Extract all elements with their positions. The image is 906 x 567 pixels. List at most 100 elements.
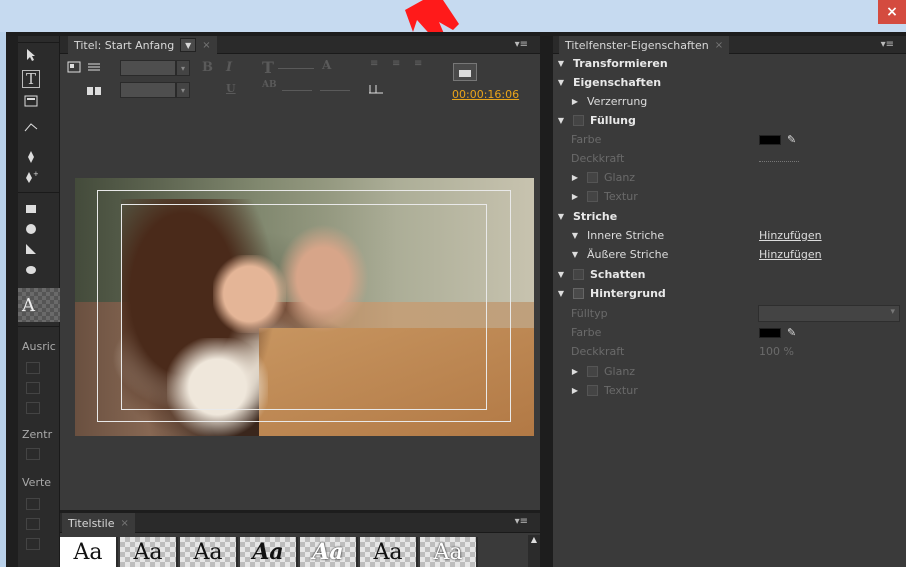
- new-title-icon[interactable]: [86, 84, 102, 98]
- tab-title[interactable]: Titel: Start Anfang ▼ ×: [68, 36, 217, 54]
- row-aeussere-striche[interactable]: ▼ Äußere Striche Hinzufügen: [553, 245, 906, 264]
- safe-area-icon[interactable]: [368, 82, 384, 96]
- fuellung-checkbox[interactable]: [573, 115, 584, 126]
- style-swatch[interactable]: Aa: [60, 537, 118, 567]
- expand-triangle-icon[interactable]: ▶: [569, 386, 581, 395]
- styles-scrollbar[interactable]: ▲: [528, 535, 540, 567]
- fill-color-value[interactable]: ✎: [759, 133, 796, 146]
- tab-stops-icon[interactable]: [86, 60, 102, 74]
- row-fuelltyp: Fülltyp: [553, 304, 906, 323]
- font-style-dropdown[interactable]: ▾: [176, 82, 190, 98]
- add-anchor-tool-icon[interactable]: +: [22, 168, 40, 186]
- style-swatch[interactable]: Aa: [300, 537, 358, 567]
- fill-opacity-value[interactable]: [759, 152, 799, 165]
- path-type-tool-icon[interactable]: [22, 118, 40, 136]
- bg-opacity-value[interactable]: 100 %: [759, 345, 794, 358]
- expand-triangle-icon[interactable]: ▶: [569, 367, 581, 376]
- leading-icon: AB: [262, 80, 277, 90]
- tab-titelstile[interactable]: Titelstile ×: [62, 513, 135, 533]
- glanz-bg-checkbox[interactable]: [587, 366, 598, 377]
- section-striche[interactable]: ▼ Striche: [553, 207, 906, 226]
- section-hintergrund[interactable]: ▼ Hintergrund: [553, 284, 906, 303]
- color-swatch[interactable]: [759, 327, 781, 338]
- glanz-checkbox[interactable]: [587, 172, 598, 183]
- eyedropper-icon[interactable]: ✎: [787, 133, 796, 146]
- expand-triangle-icon[interactable]: ▶: [569, 173, 581, 182]
- font-family-dropdown[interactable]: ▾: [176, 60, 190, 76]
- collapse-triangle-icon[interactable]: ▼: [555, 59, 567, 68]
- rectangle-tool-icon[interactable]: [22, 200, 40, 218]
- font-family-field[interactable]: [120, 60, 176, 76]
- kerning-icon: A: [322, 58, 332, 72]
- section-glanz-bg[interactable]: ▶ Glanz: [553, 362, 906, 381]
- area-type-tool-icon[interactable]: [22, 92, 40, 110]
- expand-triangle-icon[interactable]: ▶: [569, 192, 581, 201]
- row-deckkraft-fill: Deckkraft: [553, 149, 906, 168]
- align-center-icon: [26, 382, 40, 394]
- title-panel-tabbar: Titel: Start Anfang ▼ × ▾≡: [60, 36, 540, 54]
- textur-bg-checkbox[interactable]: [587, 385, 598, 396]
- add-outer-stroke-link[interactable]: Hinzufügen: [759, 248, 822, 261]
- eyedropper-icon[interactable]: ✎: [787, 326, 796, 339]
- section-schatten[interactable]: ▼ Schatten: [553, 265, 906, 284]
- style-swatch[interactable]: Aa: [240, 537, 298, 567]
- close-window-button[interactable]: ×: [878, 0, 906, 24]
- style-swatch[interactable]: Aa: [360, 537, 418, 567]
- title-dropdown-icon[interactable]: ▼: [180, 38, 197, 52]
- title-properties-panel: Titelfenster-Eigenschaften × ▾≡ ▼ Transf…: [553, 36, 906, 567]
- collapse-triangle-icon[interactable]: ▼: [555, 78, 567, 87]
- panel-menu-icon[interactable]: ▾≡: [515, 39, 528, 50]
- panel-menu-icon[interactable]: ▾≡: [515, 516, 528, 527]
- close-icon[interactable]: ×: [202, 40, 210, 51]
- fill-type-dropdown[interactable]: [758, 305, 900, 322]
- scroll-up-icon[interactable]: ▲: [528, 535, 540, 544]
- style-swatch[interactable]: Aa: [180, 537, 238, 567]
- textur-checkbox[interactable]: [587, 191, 598, 202]
- styles-tabbar: Titelstile × ▾≡: [60, 513, 540, 533]
- add-inner-stroke-link[interactable]: Hinzufügen: [759, 229, 822, 242]
- section-textur-fill[interactable]: ▶ Textur: [553, 187, 906, 206]
- section-textur-bg[interactable]: ▶ Textur: [553, 381, 906, 400]
- style-swatch[interactable]: Aa: [120, 537, 178, 567]
- color-swatch[interactable]: [759, 134, 781, 145]
- title-canvas-video-frame[interactable]: [75, 178, 534, 436]
- pen-tool-icon[interactable]: [22, 148, 40, 166]
- section-transformieren[interactable]: ▼ Transformieren: [553, 54, 906, 73]
- panel-menu-icon[interactable]: ▾≡: [881, 39, 894, 50]
- center-icon: [26, 448, 40, 460]
- align-left-icon: [26, 362, 40, 374]
- ellipse-tool-icon[interactable]: [22, 220, 40, 238]
- collapse-triangle-icon[interactable]: ▼: [555, 116, 567, 125]
- font-style-field[interactable]: [120, 82, 176, 98]
- italic-icon: I: [226, 60, 233, 75]
- props-tab-label: Titelfenster-Eigenschaften: [565, 38, 709, 52]
- expand-triangle-icon[interactable]: ▶: [569, 97, 581, 106]
- collapse-triangle-icon[interactable]: ▼: [555, 270, 567, 279]
- wedge-tool-icon[interactable]: [22, 240, 40, 258]
- collapse-triangle-icon[interactable]: ▼: [569, 231, 581, 240]
- style-preview-icon: A: [18, 288, 60, 322]
- type-tool-icon[interactable]: T: [22, 70, 40, 88]
- show-background-video-icon[interactable]: [453, 63, 477, 81]
- section-fuellung[interactable]: ▼ Füllung: [553, 111, 906, 130]
- section-eigenschaften[interactable]: ▼ Eigenschaften: [553, 73, 906, 92]
- section-verzerrung[interactable]: ▶ Verzerrung: [553, 92, 906, 111]
- bg-color-value[interactable]: ✎: [759, 326, 796, 339]
- timecode[interactable]: 00:00:16:06: [452, 88, 519, 101]
- section-glanz-fill[interactable]: ▶ Glanz: [553, 168, 906, 187]
- row-innere-striche[interactable]: ▼ Innere Striche Hinzufügen: [553, 226, 906, 245]
- tab-titelstile-label: Titelstile: [68, 516, 115, 530]
- selection-tool-icon[interactable]: [22, 46, 40, 64]
- align-right-icon: [26, 402, 40, 414]
- schatten-checkbox[interactable]: [573, 269, 584, 280]
- tab-titelfenster-eigenschaften[interactable]: Titelfenster-Eigenschaften ×: [559, 36, 730, 54]
- roll-crawl-icon[interactable]: [66, 60, 82, 74]
- style-swatch[interactable]: Aa: [420, 537, 478, 567]
- close-icon[interactable]: ×: [715, 40, 723, 51]
- collapse-triangle-icon[interactable]: ▼: [555, 212, 567, 221]
- collapse-triangle-icon[interactable]: ▼: [555, 289, 567, 298]
- arc-tool-icon[interactable]: [22, 260, 40, 278]
- hintergrund-checkbox[interactable]: [573, 288, 584, 299]
- collapse-triangle-icon[interactable]: ▼: [569, 250, 581, 259]
- close-icon[interactable]: ×: [121, 518, 129, 529]
